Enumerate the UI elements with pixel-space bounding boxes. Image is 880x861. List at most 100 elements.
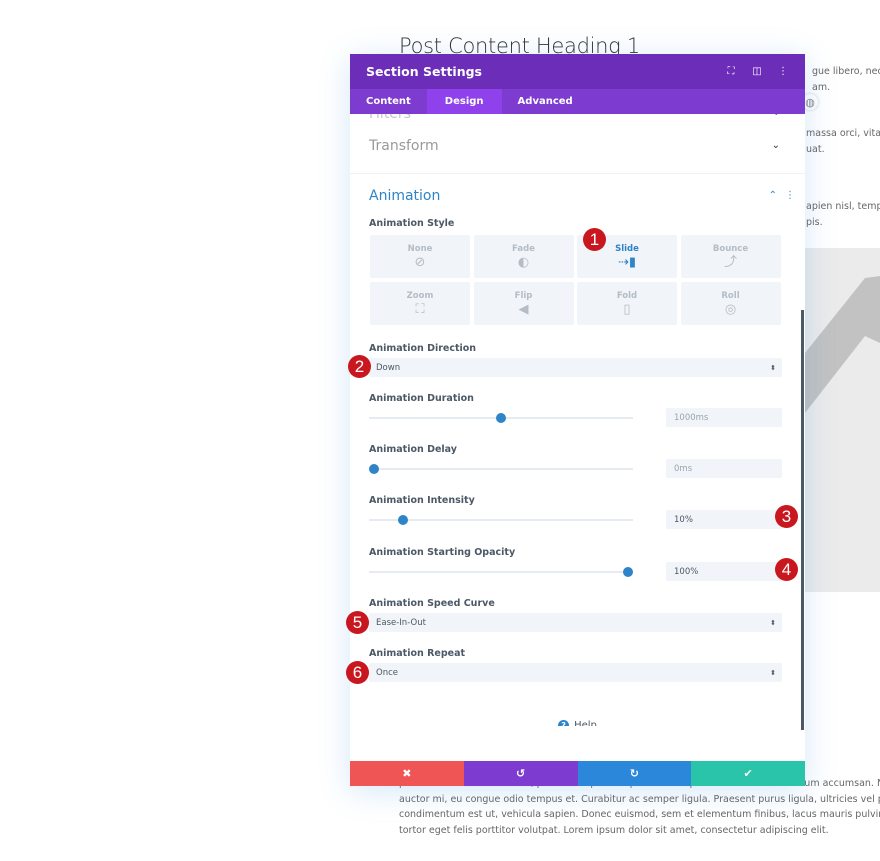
modal-header[interactable]: Section Settings ⛶ ◫ ⋮ xyxy=(350,54,805,89)
bounce-icon: ⤴ xyxy=(723,254,737,270)
animation-style-label: Animation Style xyxy=(369,218,455,229)
bg-text-line: am. xyxy=(812,82,831,93)
animation-delay-label: Animation Delay xyxy=(369,444,457,455)
none-icon: ⊘ xyxy=(414,254,426,270)
cancel-button[interactable]: ✖ xyxy=(350,761,464,786)
scrollbar[interactable] xyxy=(801,310,804,730)
style-option-label: Fold xyxy=(616,290,638,301)
style-option-label: Slide xyxy=(615,243,639,254)
bg-text-line: auctor mi, eu congue odio tempus et. Cur… xyxy=(399,793,880,805)
filters-toggle-title[interactable]: Filters xyxy=(369,114,411,122)
style-option-none[interactable]: None ⊘ xyxy=(370,235,470,278)
animation-direction-select[interactable]: Down ⬍ xyxy=(369,358,782,377)
bg-text-line: uat. xyxy=(806,144,825,155)
redo-button[interactable]: ↻ xyxy=(577,761,692,786)
bg-text-line: condimentum est ut, vehicula sapien. Don… xyxy=(399,809,880,820)
expand-icon[interactable]: ⛶ xyxy=(725,66,737,77)
placeholder-image xyxy=(805,248,880,592)
animation-opacity-input[interactable]: 100% xyxy=(666,562,782,581)
section-settings-modal: Section Settings ⛶ ◫ ⋮ Content Design Ad… xyxy=(350,54,805,786)
annotation-badge: 1 xyxy=(583,228,606,251)
bg-text-line: pis. xyxy=(806,217,823,228)
animation-intensity-slider[interactable] xyxy=(369,515,633,525)
annotation-badge: 5 xyxy=(346,611,369,634)
slider-handle[interactable] xyxy=(496,413,506,423)
style-option-flip[interactable]: Flip ◀ xyxy=(473,282,574,325)
modal-title: Section Settings xyxy=(366,64,482,79)
chevron-up-icon[interactable]: ⌃ xyxy=(769,190,777,201)
modal-footer: ✖ ↺ ↻ ✔ xyxy=(350,761,805,786)
help-label: Help xyxy=(574,720,597,726)
animation-toggle-actions: ⌃ ⋮ xyxy=(769,190,795,201)
animation-duration-slider[interactable] xyxy=(369,413,633,423)
style-option-fold[interactable]: Fold ▯ xyxy=(577,282,677,325)
select-arrows-icon: ⬍ xyxy=(770,618,776,627)
undo-icon: ↺ xyxy=(516,767,526,780)
transform-toggle-title: Transform xyxy=(369,138,439,154)
modal-body: Filters ⌄ Transform ⌄ Animation ⌃ ⋮ Anim… xyxy=(350,114,805,726)
help-link[interactable]: ? Help xyxy=(350,720,805,726)
style-option-bounce[interactable]: Bounce ⤴ xyxy=(680,235,781,278)
style-option-label: Flip xyxy=(514,290,533,301)
annotation-badge: 4 xyxy=(775,558,798,581)
chevron-down-icon[interactable]: ⌄ xyxy=(772,114,780,118)
undo-button[interactable]: ↺ xyxy=(463,761,578,786)
style-option-fade[interactable]: Fade ◐ xyxy=(473,235,574,278)
roll-icon: ◎ xyxy=(724,301,737,317)
animation-duration-input[interactable]: 1000ms xyxy=(666,408,782,427)
select-value: Down xyxy=(376,362,401,373)
sidebar-layout-icon[interactable]: ◫ xyxy=(751,66,763,77)
tab-advanced[interactable]: Advanced xyxy=(502,89,589,114)
animation-direction-label: Animation Direction xyxy=(369,343,477,354)
flip-icon: ◀ xyxy=(518,301,529,317)
style-option-label: Roll xyxy=(721,290,740,301)
animation-delay-input[interactable]: 0ms xyxy=(666,459,782,478)
slider-track xyxy=(369,519,633,521)
fold-icon: ▯ xyxy=(623,301,631,317)
style-option-zoom[interactable]: Zoom ⛶ xyxy=(370,282,470,325)
bg-text-line: apien nisl, tempus xyxy=(806,201,880,212)
annotation-badge: 2 xyxy=(348,355,371,378)
animation-delay-slider[interactable] xyxy=(369,464,633,474)
animation-style-grid: None ⊘ Fade ◐ Slide ⇢▮ Bounce ⤴ Zoom ⛶ F… xyxy=(370,235,783,325)
annotation-badge: 6 xyxy=(346,661,369,684)
bg-text-line: gue libero, nec fin xyxy=(812,66,880,77)
style-option-label: None xyxy=(407,243,433,254)
animation-speed-curve-label: Animation Speed Curve xyxy=(369,598,495,609)
annotation-badge: 3 xyxy=(775,505,798,528)
select-arrows-icon: ⬍ xyxy=(770,363,776,372)
slider-track xyxy=(369,468,633,470)
slider-track xyxy=(369,571,633,573)
animation-opacity-label: Animation Starting Opacity xyxy=(369,547,516,558)
more-vertical-icon[interactable]: ⋮ xyxy=(785,190,795,201)
slider-handle[interactable] xyxy=(623,567,633,577)
save-button[interactable]: ✔ xyxy=(691,761,805,786)
animation-intensity-input[interactable]: 10% xyxy=(666,510,782,529)
help-icon: ? xyxy=(558,720,570,726)
chevron-down-icon[interactable]: ⌄ xyxy=(772,140,780,151)
animation-repeat-select[interactable]: Once ⬍ xyxy=(369,663,782,682)
animation-toggle-title[interactable]: Animation xyxy=(369,188,440,204)
slider-handle[interactable] xyxy=(369,464,379,474)
animation-duration-label: Animation Duration xyxy=(369,393,474,404)
more-vertical-icon[interactable]: ⋮ xyxy=(777,66,789,77)
close-icon: ✖ xyxy=(402,767,412,780)
animation-speed-curve-select[interactable]: Ease-In-Out ⬍ xyxy=(369,613,782,632)
select-value: Ease-In-Out xyxy=(376,617,426,628)
tab-content[interactable]: Content xyxy=(350,89,427,114)
select-value: Once xyxy=(376,667,398,678)
zoom-icon: ⛶ xyxy=(415,301,425,317)
style-option-label: Zoom xyxy=(406,290,434,301)
bg-text-line: tortor eget felis porttitor volutpat. Lo… xyxy=(399,824,829,836)
style-option-roll[interactable]: Roll ◎ xyxy=(680,282,781,325)
redo-icon: ↻ xyxy=(629,767,639,780)
style-option-label: Fade xyxy=(512,243,535,254)
animation-repeat-label: Animation Repeat xyxy=(369,648,466,659)
animation-intensity-label: Animation Intensity xyxy=(369,495,475,506)
animation-opacity-slider[interactable] xyxy=(369,567,633,577)
select-arrows-icon: ⬍ xyxy=(770,668,776,677)
tab-design[interactable]: Design xyxy=(426,89,502,114)
slide-icon: ⇢▮ xyxy=(617,254,637,270)
slider-handle[interactable] xyxy=(398,515,409,525)
transform-toggle[interactable]: Transform ⌄ xyxy=(350,124,805,174)
